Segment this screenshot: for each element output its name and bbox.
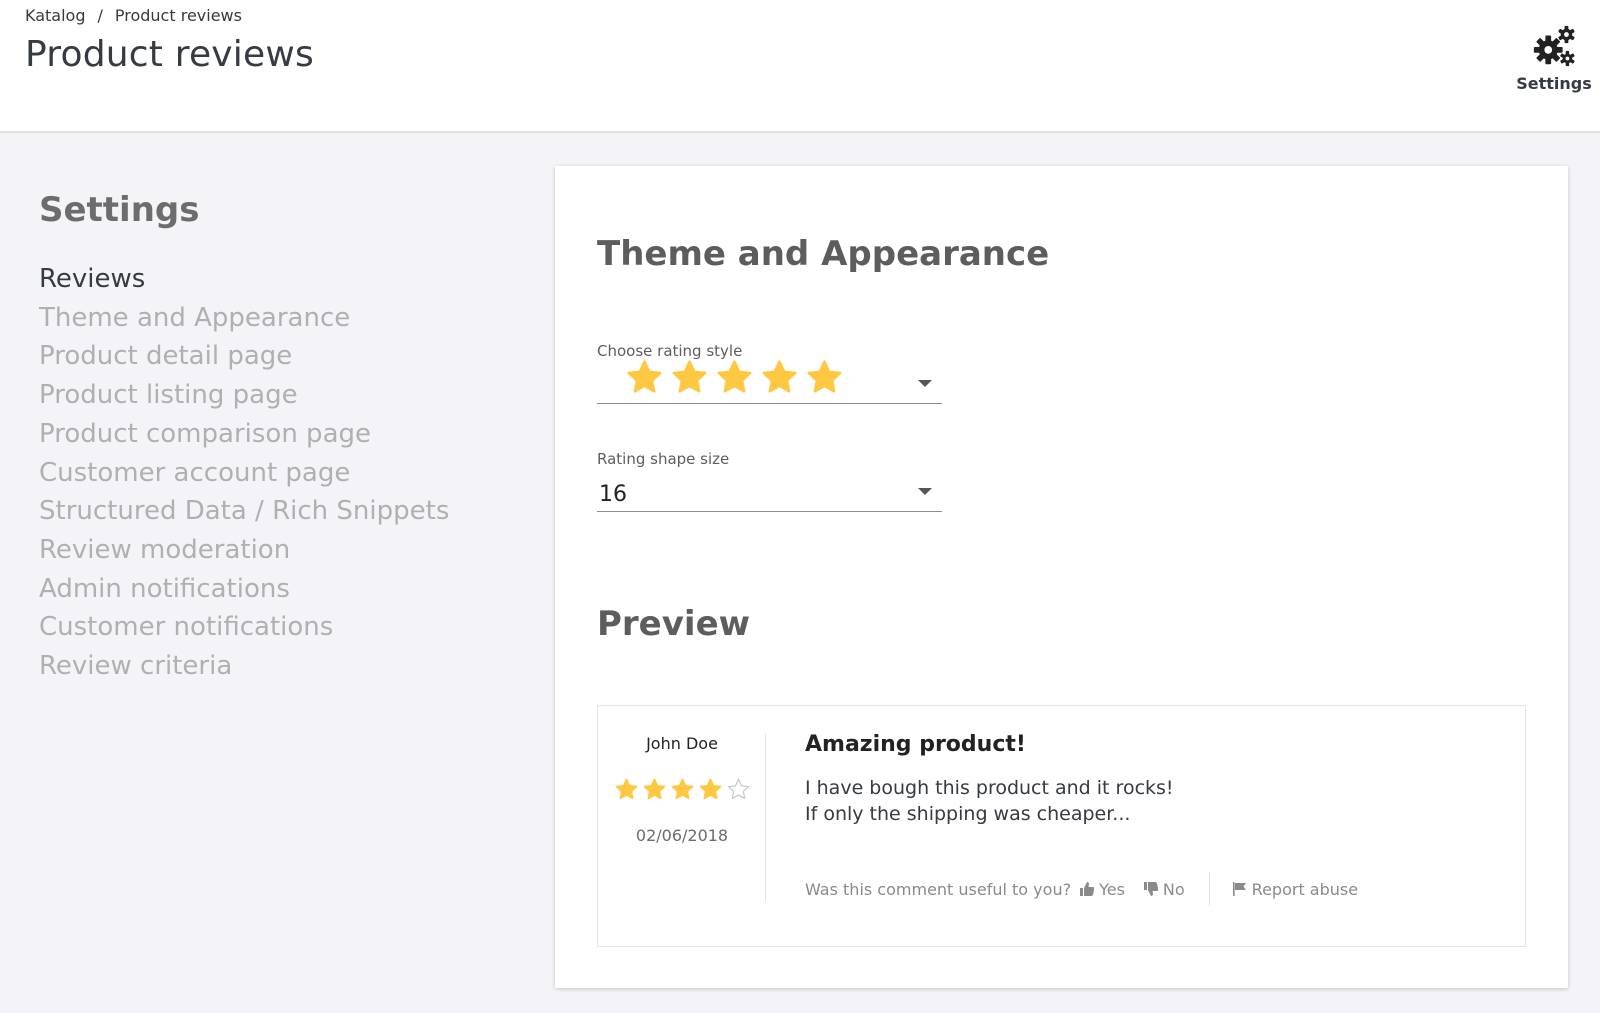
vote-yes-label: Yes <box>1099 879 1125 899</box>
thumbs-up-icon <box>1080 882 1095 896</box>
page-title: Product reviews <box>25 34 314 75</box>
sidebar-item-review-criteria[interactable]: Review criteria <box>39 647 509 686</box>
breadcrumb-separator: / <box>97 6 103 25</box>
breadcrumb-item-katalog[interactable]: Katalog <box>25 6 85 25</box>
sidebar-item-product-detail-page[interactable]: Product detail page <box>39 337 509 376</box>
vote-no-button[interactable]: No <box>1143 880 1185 899</box>
star-filled-icon <box>643 778 665 800</box>
sidebar-item-theme-appearance[interactable]: Theme and Appearance <box>39 299 509 338</box>
sidebar-item-product-listing-page[interactable]: Product listing page <box>39 376 509 415</box>
star-filled-icon <box>627 360 662 393</box>
star-filled-icon <box>807 360 842 393</box>
review-text: I have bough this product and it rocks! … <box>805 775 1505 827</box>
review-author: John Doe <box>646 734 718 753</box>
rating-style-stars <box>625 358 844 397</box>
vote-no-label: No <box>1162 879 1185 899</box>
chevron-down-icon <box>918 380 932 387</box>
thumbs-down-icon <box>1143 882 1159 896</box>
useful-question: Was this comment useful to you? <box>805 879 1072 899</box>
sidebar-item-reviews[interactable]: Reviews <box>39 260 509 299</box>
flag-icon <box>1232 882 1246 896</box>
section-title: Theme and Appearance <box>597 234 1050 274</box>
star-filled-icon <box>699 778 721 800</box>
breadcrumb: Katalog / Product reviews <box>25 6 242 25</box>
star-empty-icon <box>727 778 749 800</box>
page-header: Katalog / Product reviews Product review… <box>0 0 1600 133</box>
review-text-line: I have bough this product and it rocks! <box>805 777 1174 799</box>
shape-size-value: 16 <box>599 482 627 507</box>
sidebar-item-review-moderation[interactable]: Review moderation <box>39 531 509 570</box>
review-actions: Was this comment useful to you? Yes No R… <box>805 872 1376 906</box>
sidebar-item-customer-notifications[interactable]: Customer notifications <box>39 608 509 647</box>
breadcrumb-item-current: Product reviews <box>114 6 242 25</box>
reviewer-info: John Doe 02/06/2018 <box>598 734 766 845</box>
sidebar-title: Settings <box>39 190 200 230</box>
rating-style-select[interactable] <box>597 360 942 404</box>
chevron-down-icon <box>918 488 932 495</box>
report-abuse-label: Report abuse <box>1251 879 1359 899</box>
preview-title: Preview <box>597 604 751 644</box>
review-rating <box>598 777 766 802</box>
gears-icon <box>1533 25 1575 67</box>
shape-size-select[interactable]: 16 <box>597 472 942 512</box>
review-text-line: If only the shipping was cheaper... <box>805 803 1131 825</box>
sidebar-item-admin-notifications[interactable]: Admin notifications <box>39 570 509 609</box>
sidebar-item-customer-account-page[interactable]: Customer account page <box>39 454 509 493</box>
review-date: 02/06/2018 <box>635 826 729 845</box>
settings-sidebar: Settings Reviews Theme and Appearance Pr… <box>39 190 509 686</box>
report-abuse-button[interactable]: Report abuse <box>1232 880 1358 899</box>
star-filled-icon <box>762 360 797 393</box>
vote-yes-button[interactable]: Yes <box>1079 880 1125 899</box>
divider <box>1208 872 1210 906</box>
review-title: Amazing product! <box>805 732 1026 757</box>
review-preview: John Doe 02/06/2018 Amazing product! I h… <box>597 705 1526 947</box>
star-filled-icon <box>672 360 707 393</box>
divider <box>765 734 766 902</box>
settings-card: Theme and Appearance Choose rating style… <box>555 166 1568 988</box>
review-body: Amazing product! I have bough this produ… <box>805 732 1505 827</box>
settings-button[interactable]: Settings <box>1516 24 1592 93</box>
star-filled-icon <box>717 360 752 393</box>
star-filled-icon <box>615 778 637 800</box>
sidebar-item-product-comparison-page[interactable]: Product comparison page <box>39 415 509 454</box>
settings-button-label: Settings <box>1516 74 1592 93</box>
shape-size-label: Rating shape size <box>597 450 730 468</box>
star-filled-icon <box>671 778 693 800</box>
sidebar-item-structured-data[interactable]: Structured Data / Rich Snippets <box>39 492 509 531</box>
